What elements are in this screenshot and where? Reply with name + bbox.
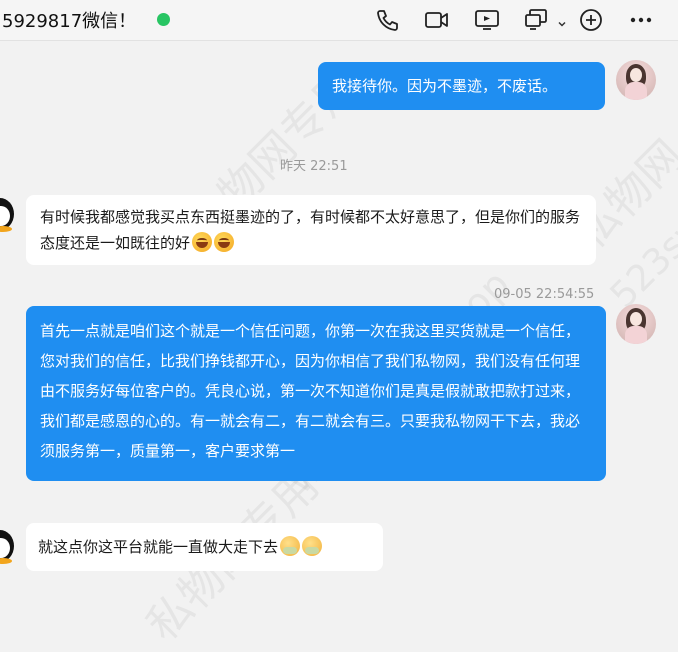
watermark-text: 523sw: [602, 204, 678, 317]
message-text: 有时候我都感觉我买点东西挺墨迹的了，有时候都不太好意思了，但是你们的服务态度还是…: [40, 208, 581, 252]
message-text: 我接待你。因为不墨迹，不废话。: [332, 77, 558, 95]
message-bubble-incoming[interactable]: 有时候我都感觉我买点东西挺墨迹的了，有时候都不太好意思了，但是你们的服务态度还是…: [26, 195, 596, 265]
message-text: 就这点你这平台就能一直做大走下去: [38, 538, 279, 556]
message-bubble-incoming[interactable]: 就这点你这平台就能一直做大走下去: [26, 523, 383, 571]
chevron-down-icon[interactable]: [557, 14, 567, 27]
chat-header: 5929817微信！: [0, 0, 678, 41]
online-status-dot: [157, 13, 170, 26]
vomiting-emoji-icon: [280, 536, 301, 556]
avatar[interactable]: [0, 196, 16, 232]
avatar[interactable]: [616, 60, 656, 100]
message-bubble-outgoing[interactable]: 我接待你。因为不墨迹，不废话。: [318, 62, 605, 110]
video-camera-icon[interactable]: [424, 8, 450, 32]
vomiting-emoji-icon: [302, 536, 323, 556]
phone-icon[interactable]: [374, 8, 400, 32]
grinning-emoji-icon: [214, 232, 235, 252]
more-icon[interactable]: [628, 8, 654, 32]
avatar[interactable]: [616, 304, 656, 344]
message-timestamp: 09-05 22:54:55: [494, 287, 595, 302]
chat-title[interactable]: 5929817微信！: [2, 7, 136, 33]
remote-desktop-icon[interactable]: [524, 8, 550, 32]
message-text: 首先一点就是咱们这个就是一个信任问题，你第一次在我这里买货就是一个信任，您对我们…: [40, 322, 581, 460]
add-circle-icon[interactable]: [578, 8, 604, 32]
screen-share-icon[interactable]: [474, 8, 500, 32]
message-bubble-outgoing[interactable]: 首先一点就是咱们这个就是一个信任问题，你第一次在我这里买货就是一个信任，您对我们…: [26, 306, 606, 481]
grinning-emoji-icon: [192, 232, 213, 252]
avatar[interactable]: [0, 528, 16, 564]
message-timestamp: 昨天 22:51: [280, 159, 348, 174]
